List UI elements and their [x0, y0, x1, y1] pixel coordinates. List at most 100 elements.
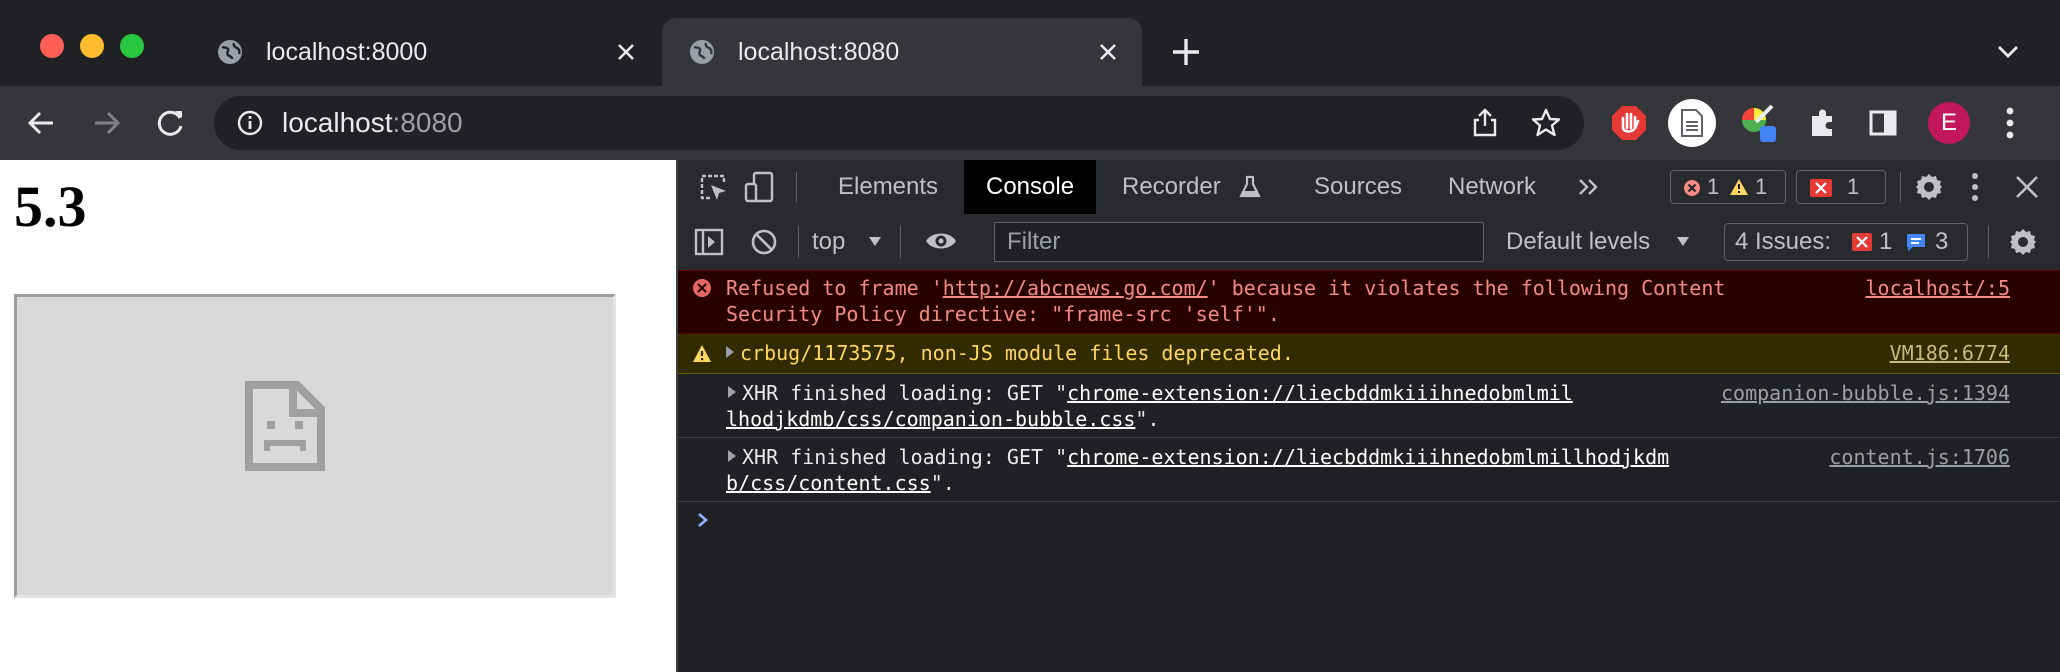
share-icon[interactable]: [1470, 108, 1500, 138]
console-settings-gear-icon[interactable]: [2008, 227, 2038, 257]
log-levels-dropdown[interactable]: Default levels: [1506, 226, 1706, 258]
separator: [796, 172, 797, 202]
tab-localhost-8080[interactable]: localhost:8080: [662, 18, 1142, 86]
devtools-tab-bar: Elements Console Recorder Sources Networ…: [678, 160, 2060, 215]
close-icon[interactable]: [1094, 38, 1122, 66]
issue-error-icon: [1852, 233, 1872, 251]
address-bar[interactable]: localhost:8080: [214, 96, 1584, 150]
separator: [798, 226, 799, 258]
sidebar-toggle-icon[interactable]: [694, 228, 724, 256]
tab-recorder[interactable]: Recorder: [1100, 160, 1285, 214]
log-source-link[interactable]: companion-bubble.js:1394: [1721, 380, 2010, 406]
window-zoom-button[interactable]: [120, 34, 144, 58]
error-source-link[interactable]: localhost/:5: [1866, 275, 2011, 301]
warning-icon: [693, 345, 711, 362]
tab-elements[interactable]: Elements: [816, 160, 960, 214]
device-toolbar-icon[interactable]: [744, 170, 776, 204]
document-extension-icon[interactable]: [1668, 99, 1716, 147]
tab-title: localhost:8000: [266, 38, 428, 66]
page-heading: 5.3: [14, 174, 87, 239]
warning-text-content: crbug/1173575, non-JS module files depre…: [740, 341, 1294, 365]
kebab-menu-icon[interactable]: [2004, 106, 2016, 140]
console-filter-input[interactable]: Filter: [994, 222, 1484, 262]
globe-icon: [218, 40, 242, 64]
log-levels-label: Default levels: [1506, 228, 1651, 255]
issues-error-count: 1: [1879, 228, 1893, 255]
error-count: 1: [1707, 174, 1720, 199]
error-link[interactable]: http://abcnews.go.com/: [943, 276, 1208, 300]
close-icon[interactable]: [612, 38, 640, 66]
separator: [1988, 226, 1989, 258]
context-selector[interactable]: top: [810, 226, 882, 258]
tab-localhost-8000[interactable]: localhost:8000: [190, 18, 660, 86]
kebab-menu-icon[interactable]: [1970, 172, 1980, 202]
log-url-link-cont[interactable]: lhodjkdmb/css/companion-bubble.css: [726, 407, 1135, 431]
tab-console[interactable]: Console: [964, 160, 1097, 214]
side-panel-icon[interactable]: [1868, 108, 1898, 138]
error-text-pre: Refused to frame ': [726, 276, 943, 300]
console-log-message[interactable]: XHR finished loading: GET "chrome-extens…: [678, 438, 2060, 502]
document-icon: [1681, 109, 1703, 137]
warning-source-link[interactable]: VM186:6774: [1890, 340, 2010, 366]
page-viewport: 5.3: [0, 160, 676, 672]
settings-gear-icon[interactable]: [1914, 172, 1944, 202]
close-devtools-icon[interactable]: [2014, 174, 2040, 200]
tab-strip: localhost:8000 localhost:8080: [0, 0, 2060, 86]
context-label: top: [812, 228, 846, 255]
back-arrow-icon[interactable]: [26, 108, 56, 138]
bookmark-star-icon[interactable]: [1530, 107, 1562, 139]
reload-icon[interactable]: [156, 108, 186, 138]
inspect-element-icon[interactable]: [698, 172, 728, 202]
tab-sources[interactable]: Sources: [1292, 160, 1424, 214]
forward-arrow-icon[interactable]: [92, 108, 122, 138]
console-toolbar: top Filter Default levels 4 Issues: 1 3: [678, 214, 2060, 271]
issue-error-icon: [1810, 179, 1832, 197]
separator: [900, 226, 901, 258]
issues-summary-button[interactable]: 4 Issues: 1 3: [1724, 223, 1968, 261]
new-tab-plus-icon[interactable]: [1170, 36, 1202, 68]
expand-triangle-icon[interactable]: [728, 386, 736, 398]
error-icon: [1684, 180, 1700, 196]
tab-network[interactable]: Network: [1426, 160, 1558, 214]
issues-info-count: 3: [1935, 228, 1949, 255]
issues-counter-badge[interactable]: 1: [1796, 170, 1886, 204]
log-url-link[interactable]: chrome-extension://liecbddmkiiihnedobmlm…: [1067, 381, 1573, 405]
warning-text: crbug/1173575, non-JS module files depre…: [726, 340, 1294, 366]
issues-label: 4 Issues:: [1735, 228, 1832, 255]
log-source-link[interactable]: content.js:1706: [1829, 444, 2010, 470]
console-log-message[interactable]: XHR finished loading: GET "chrome-extens…: [678, 374, 2060, 438]
log-text-post: ".: [1135, 407, 1160, 431]
error-text-line1: Refused to frame 'http://abcnews.go.com/…: [726, 275, 1725, 301]
window-close-button[interactable]: [40, 34, 64, 58]
chevron-down-icon[interactable]: [1996, 42, 2020, 62]
warning-icon: [1730, 179, 1748, 195]
address-url: localhost:8080: [282, 107, 463, 139]
expand-triangle-icon[interactable]: [726, 346, 734, 358]
log-url-link[interactable]: chrome-extension://liecbddmkiiihnedobmlm…: [1067, 445, 1669, 469]
log-text-line1: XHR finished loading: GET "chrome-extens…: [728, 380, 1573, 406]
console-prompt-chevron-icon[interactable]: [696, 510, 710, 530]
window-minimize-button[interactable]: [80, 34, 104, 58]
log-text-pre: XHR finished loading: GET ": [742, 381, 1068, 405]
info-icon[interactable]: [236, 109, 264, 137]
error-text-post: ' because it violates the following Cont…: [1207, 276, 1726, 300]
tab-title: localhost:8080: [738, 38, 900, 66]
live-expression-eye-icon[interactable]: [924, 230, 958, 252]
console-error-message[interactable]: Refused to frame 'http://abcnews.go.com/…: [678, 270, 2060, 334]
issue-count: 1: [1847, 174, 1860, 199]
profile-avatar[interactable]: E: [1928, 102, 1970, 144]
clear-console-icon[interactable]: [750, 228, 778, 256]
console-warning-message[interactable]: crbug/1173575, non-JS module files depre…: [678, 334, 2060, 374]
devtools-panel: Elements Console Recorder Sources Networ…: [676, 160, 2060, 672]
error-icon: [693, 279, 711, 297]
console-counts-badge[interactable]: 1 1: [1670, 170, 1786, 204]
log-text-line1: XHR finished loading: GET "chrome-extens…: [728, 444, 1669, 470]
extensions-puzzle-icon[interactable]: [1806, 106, 1840, 140]
log-url-link-cont[interactable]: b/css/content.css: [726, 471, 931, 495]
expand-triangle-icon[interactable]: [728, 450, 736, 462]
adblock-stop-hand-icon[interactable]: [1610, 104, 1648, 142]
flask-icon: [1238, 175, 1261, 198]
globe-icon: [690, 40, 714, 64]
more-tabs-chevron-icon[interactable]: [1578, 177, 1600, 197]
color-picker-extension-icon[interactable]: [1738, 102, 1780, 144]
